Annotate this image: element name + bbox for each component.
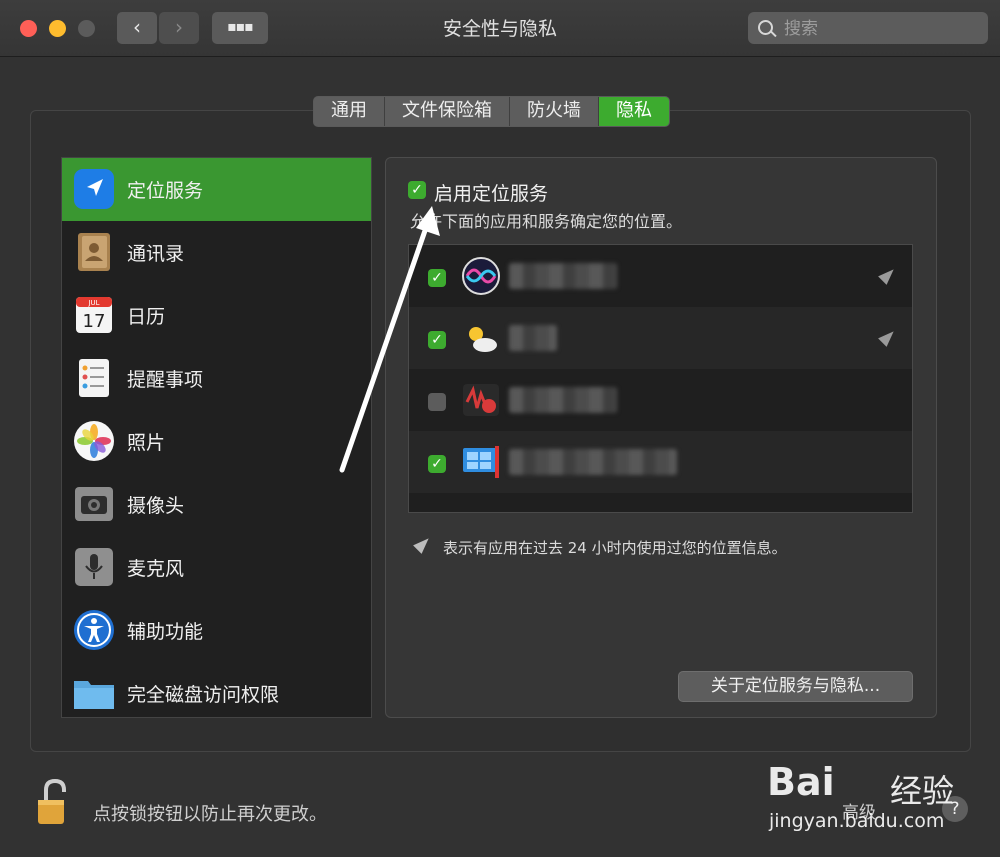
sidebar-item-calendar[interactable]: JUL 17 日历 (62, 284, 371, 347)
location-arrow-icon (74, 169, 114, 209)
sidebar-item-label: 摄像头 (127, 495, 185, 517)
tab-filevault[interactable]: 文件保险箱 (385, 97, 510, 126)
sidebar-item-microphone[interactable]: 麦克风 (62, 536, 371, 599)
recent-use-note: 表示有应用在过去 24 小时内使用过您的位置信息。 (443, 539, 787, 557)
svg-text:JUL: JUL (87, 299, 99, 307)
app-name-redacted (509, 387, 617, 413)
search-icon (758, 20, 773, 35)
camera-icon (75, 487, 113, 521)
search-field[interactable] (748, 12, 988, 44)
sidebar-item-label: 提醒事项 (127, 369, 204, 391)
enable-location-services-checkbox[interactable]: ✓ (408, 181, 426, 199)
app-name-redacted (509, 325, 557, 351)
sidebar-item-accessibility[interactable]: 辅助功能 (62, 599, 371, 662)
sidebar-item-reminders[interactable]: 提醒事项 (62, 347, 371, 410)
watermark-logo: Bai (767, 760, 835, 804)
calendar-icon: JUL 17 (76, 297, 112, 333)
reminders-icon (79, 359, 109, 397)
sidebar-item-label: 照片 (127, 432, 166, 454)
location-arrow-icon (878, 327, 898, 347)
about-location-privacy-button[interactable]: 关于定位服务与隐私... (678, 671, 913, 702)
app-icon (463, 384, 499, 416)
sidebar-item-label: 完全磁盘访问权限 (127, 684, 280, 706)
sidebar-item-label: 辅助功能 (127, 621, 204, 643)
tab-bar: 通用 文件保险箱 防火墙 隐私 (313, 96, 670, 127)
title-bar: ‹ › ▪▪▪ 安全性与隐私 (0, 0, 1000, 57)
watermark-url: jingyan.baidu.com (769, 810, 945, 832)
sidebar-item-photos[interactable]: 照片 (62, 410, 371, 473)
contacts-icon (78, 233, 110, 271)
enable-location-services-label: 启用定位服务 (434, 183, 549, 205)
privacy-sidebar: 定位服务 通讯录 JUL 17 日历 提醒事项 照片 摄像头 麦克风 辅助功能 … (61, 157, 372, 718)
sidebar-item-full-disk-access[interactable]: 完全磁盘访问权限 (62, 662, 371, 725)
annotation-arrow (339, 206, 440, 473)
sidebar-item-label: 日历 (127, 306, 166, 328)
tab-firewall[interactable]: 防火墙 (510, 97, 599, 126)
list-item: ✓ (409, 245, 912, 307)
app-name-redacted (509, 263, 617, 289)
windows-app-icon (463, 446, 499, 478)
microphone-icon (75, 548, 113, 586)
photos-icon (74, 421, 114, 461)
app-name-redacted (509, 449, 677, 475)
sidebar-item-location-services[interactable]: 定位服务 (62, 158, 371, 221)
siri-icon (462, 257, 500, 295)
sidebar-item-contacts[interactable]: 通讯录 (62, 221, 371, 284)
svg-text:17: 17 (83, 311, 106, 332)
sidebar-item-label: 麦克风 (127, 558, 185, 580)
list-item: ✓ (409, 431, 912, 493)
folder-icon (74, 681, 114, 709)
sidebar-item-label: 通讯录 (127, 243, 185, 265)
list-item: ✓ (409, 307, 912, 369)
location-arrow-icon (878, 265, 898, 285)
tab-privacy[interactable]: 隐私 (599, 97, 669, 126)
sidebar-item-camera[interactable]: 摄像头 (62, 473, 371, 536)
weather-icon (469, 327, 497, 352)
accessibility-icon (74, 610, 114, 650)
baidu-watermark: Bai 经验 jingyan.baidu.com (765, 748, 990, 838)
list-item (409, 369, 912, 431)
tab-general[interactable]: 通用 (314, 97, 385, 126)
location-description: 允许下面的应用和服务确定您的位置。 (410, 212, 683, 231)
sidebar-item-label: 定位服务 (127, 180, 204, 202)
watermark-brand: 经验 (890, 772, 955, 810)
search-input[interactable] (782, 16, 981, 42)
location-app-list: ✓ ✓ ✓ (408, 244, 913, 513)
lock-icon[interactable] (36, 778, 72, 826)
lock-label: 点按锁按钮以防止再次更改。 (93, 804, 327, 825)
